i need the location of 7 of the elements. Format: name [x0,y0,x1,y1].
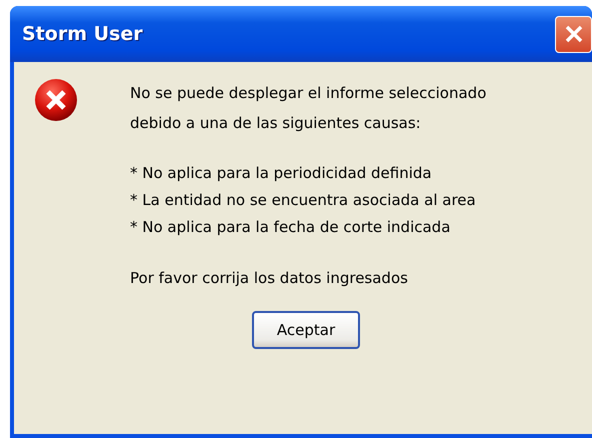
cause-item: * No aplica para la fecha de corte indicada [130,217,452,238]
instruction-text: Por favor corrija los datos ingresados [130,268,409,289]
cause-item: * La entidad no se encuentra asociada al area [130,190,477,211]
accept-button[interactable]: Aceptar [252,311,360,349]
window-title: Storm User [22,23,143,45]
error-message: No se puede desplegar el informe seleccionado debido a una de las siguientes causas: [130,83,488,134]
cause-item: * No aplica para la periodicidad definida [130,163,433,184]
